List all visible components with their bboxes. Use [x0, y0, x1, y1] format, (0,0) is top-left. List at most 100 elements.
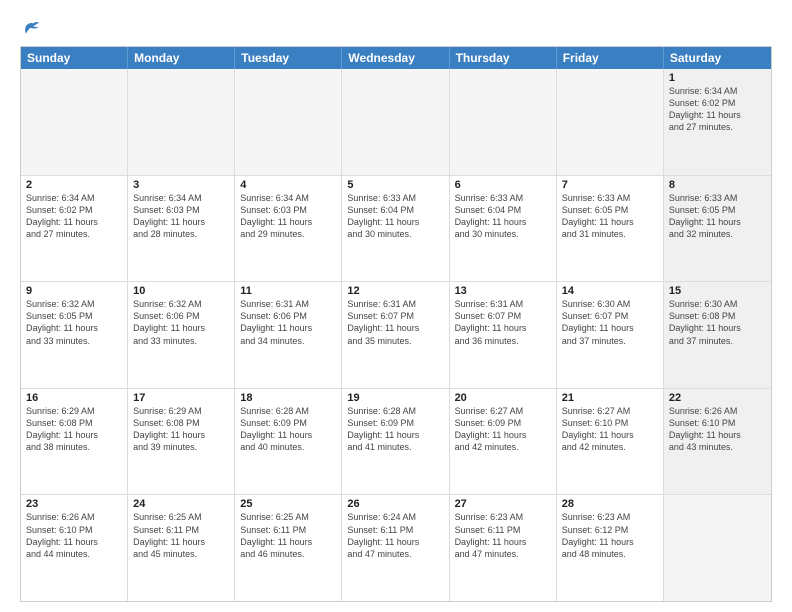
day-number: 10	[133, 285, 229, 297]
cal-header-cell-saturday: Saturday	[664, 47, 771, 69]
cal-cell-1-5: 7Sunrise: 6:33 AM Sunset: 6:05 PM Daylig…	[557, 176, 664, 282]
day-number: 23	[26, 498, 122, 510]
cell-info: Sunrise: 6:26 AM Sunset: 6:10 PM Dayligh…	[26, 511, 122, 560]
day-number: 4	[240, 179, 336, 191]
cell-info: Sunrise: 6:29 AM Sunset: 6:08 PM Dayligh…	[26, 405, 122, 454]
cell-info: Sunrise: 6:24 AM Sunset: 6:11 PM Dayligh…	[347, 511, 443, 560]
day-number: 28	[562, 498, 658, 510]
calendar: SundayMondayTuesdayWednesdayThursdayFrid…	[20, 46, 772, 602]
cal-cell-2-6: 15Sunrise: 6:30 AM Sunset: 6:08 PM Dayli…	[664, 282, 771, 388]
cell-info: Sunrise: 6:28 AM Sunset: 6:09 PM Dayligh…	[240, 405, 336, 454]
cal-cell-4-1: 24Sunrise: 6:25 AM Sunset: 6:11 PM Dayli…	[128, 495, 235, 601]
day-number: 12	[347, 285, 443, 297]
cal-week-row-2: 9Sunrise: 6:32 AM Sunset: 6:05 PM Daylig…	[21, 281, 771, 388]
cal-header-cell-thursday: Thursday	[450, 47, 557, 69]
day-number: 26	[347, 498, 443, 510]
logo	[20, 16, 46, 38]
day-number: 17	[133, 392, 229, 404]
cal-cell-2-3: 12Sunrise: 6:31 AM Sunset: 6:07 PM Dayli…	[342, 282, 449, 388]
day-number: 9	[26, 285, 122, 297]
day-number: 8	[669, 179, 766, 191]
cal-cell-4-4: 27Sunrise: 6:23 AM Sunset: 6:11 PM Dayli…	[450, 495, 557, 601]
cal-cell-2-1: 10Sunrise: 6:32 AM Sunset: 6:06 PM Dayli…	[128, 282, 235, 388]
cell-info: Sunrise: 6:34 AM Sunset: 6:02 PM Dayligh…	[669, 85, 766, 134]
day-number: 21	[562, 392, 658, 404]
logo-bird-icon	[20, 16, 42, 38]
day-number: 15	[669, 285, 766, 297]
day-number: 27	[455, 498, 551, 510]
cal-week-row-1: 2Sunrise: 6:34 AM Sunset: 6:02 PM Daylig…	[21, 175, 771, 282]
cell-info: Sunrise: 6:27 AM Sunset: 6:09 PM Dayligh…	[455, 405, 551, 454]
cal-week-row-3: 16Sunrise: 6:29 AM Sunset: 6:08 PM Dayli…	[21, 388, 771, 495]
cell-info: Sunrise: 6:32 AM Sunset: 6:05 PM Dayligh…	[26, 298, 122, 347]
cal-cell-1-4: 6Sunrise: 6:33 AM Sunset: 6:04 PM Daylig…	[450, 176, 557, 282]
cell-info: Sunrise: 6:27 AM Sunset: 6:10 PM Dayligh…	[562, 405, 658, 454]
cal-header-cell-tuesday: Tuesday	[235, 47, 342, 69]
cell-info: Sunrise: 6:34 AM Sunset: 6:03 PM Dayligh…	[133, 192, 229, 241]
cal-cell-2-5: 14Sunrise: 6:30 AM Sunset: 6:07 PM Dayli…	[557, 282, 664, 388]
cal-week-row-4: 23Sunrise: 6:26 AM Sunset: 6:10 PM Dayli…	[21, 494, 771, 601]
cell-info: Sunrise: 6:33 AM Sunset: 6:04 PM Dayligh…	[455, 192, 551, 241]
cell-info: Sunrise: 6:31 AM Sunset: 6:07 PM Dayligh…	[455, 298, 551, 347]
cal-cell-3-4: 20Sunrise: 6:27 AM Sunset: 6:09 PM Dayli…	[450, 389, 557, 495]
cell-info: Sunrise: 6:26 AM Sunset: 6:10 PM Dayligh…	[669, 405, 766, 454]
cell-info: Sunrise: 6:33 AM Sunset: 6:05 PM Dayligh…	[669, 192, 766, 241]
cal-cell-3-3: 19Sunrise: 6:28 AM Sunset: 6:09 PM Dayli…	[342, 389, 449, 495]
cal-cell-2-4: 13Sunrise: 6:31 AM Sunset: 6:07 PM Dayli…	[450, 282, 557, 388]
cal-cell-4-2: 25Sunrise: 6:25 AM Sunset: 6:11 PM Dayli…	[235, 495, 342, 601]
cal-cell-3-5: 21Sunrise: 6:27 AM Sunset: 6:10 PM Dayli…	[557, 389, 664, 495]
cal-cell-0-0	[21, 69, 128, 175]
day-number: 2	[26, 179, 122, 191]
day-number: 3	[133, 179, 229, 191]
cal-cell-2-0: 9Sunrise: 6:32 AM Sunset: 6:05 PM Daylig…	[21, 282, 128, 388]
cal-cell-4-5: 28Sunrise: 6:23 AM Sunset: 6:12 PM Dayli…	[557, 495, 664, 601]
day-number: 20	[455, 392, 551, 404]
cell-info: Sunrise: 6:25 AM Sunset: 6:11 PM Dayligh…	[240, 511, 336, 560]
cal-cell-1-6: 8Sunrise: 6:33 AM Sunset: 6:05 PM Daylig…	[664, 176, 771, 282]
cal-cell-0-3	[342, 69, 449, 175]
cell-info: Sunrise: 6:30 AM Sunset: 6:07 PM Dayligh…	[562, 298, 658, 347]
cal-cell-0-5	[557, 69, 664, 175]
cal-cell-0-1	[128, 69, 235, 175]
day-number: 11	[240, 285, 336, 297]
cell-info: Sunrise: 6:30 AM Sunset: 6:08 PM Dayligh…	[669, 298, 766, 347]
day-number: 7	[562, 179, 658, 191]
cal-cell-1-2: 4Sunrise: 6:34 AM Sunset: 6:03 PM Daylig…	[235, 176, 342, 282]
cal-cell-1-0: 2Sunrise: 6:34 AM Sunset: 6:02 PM Daylig…	[21, 176, 128, 282]
cell-info: Sunrise: 6:33 AM Sunset: 6:04 PM Dayligh…	[347, 192, 443, 241]
cell-info: Sunrise: 6:34 AM Sunset: 6:03 PM Dayligh…	[240, 192, 336, 241]
cal-cell-2-2: 11Sunrise: 6:31 AM Sunset: 6:06 PM Dayli…	[235, 282, 342, 388]
day-number: 19	[347, 392, 443, 404]
cell-info: Sunrise: 6:23 AM Sunset: 6:12 PM Dayligh…	[562, 511, 658, 560]
day-number: 16	[26, 392, 122, 404]
day-number: 6	[455, 179, 551, 191]
cell-info: Sunrise: 6:31 AM Sunset: 6:07 PM Dayligh…	[347, 298, 443, 347]
cal-cell-3-0: 16Sunrise: 6:29 AM Sunset: 6:08 PM Dayli…	[21, 389, 128, 495]
cal-cell-0-6: 1Sunrise: 6:34 AM Sunset: 6:02 PM Daylig…	[664, 69, 771, 175]
cell-info: Sunrise: 6:28 AM Sunset: 6:09 PM Dayligh…	[347, 405, 443, 454]
day-number: 14	[562, 285, 658, 297]
header	[20, 16, 772, 38]
page: SundayMondayTuesdayWednesdayThursdayFrid…	[0, 0, 792, 612]
cal-header-cell-friday: Friday	[557, 47, 664, 69]
cal-cell-0-4	[450, 69, 557, 175]
day-number: 22	[669, 392, 766, 404]
cal-cell-4-6	[664, 495, 771, 601]
cell-info: Sunrise: 6:32 AM Sunset: 6:06 PM Dayligh…	[133, 298, 229, 347]
cal-cell-3-6: 22Sunrise: 6:26 AM Sunset: 6:10 PM Dayli…	[664, 389, 771, 495]
cal-header-cell-wednesday: Wednesday	[342, 47, 449, 69]
cell-info: Sunrise: 6:23 AM Sunset: 6:11 PM Dayligh…	[455, 511, 551, 560]
cell-info: Sunrise: 6:31 AM Sunset: 6:06 PM Dayligh…	[240, 298, 336, 347]
day-number: 24	[133, 498, 229, 510]
cal-header-cell-sunday: Sunday	[21, 47, 128, 69]
cell-info: Sunrise: 6:34 AM Sunset: 6:02 PM Dayligh…	[26, 192, 122, 241]
day-number: 25	[240, 498, 336, 510]
cal-cell-0-2	[235, 69, 342, 175]
cal-cell-1-3: 5Sunrise: 6:33 AM Sunset: 6:04 PM Daylig…	[342, 176, 449, 282]
cal-cell-4-0: 23Sunrise: 6:26 AM Sunset: 6:10 PM Dayli…	[21, 495, 128, 601]
cal-cell-4-3: 26Sunrise: 6:24 AM Sunset: 6:11 PM Dayli…	[342, 495, 449, 601]
cell-info: Sunrise: 6:29 AM Sunset: 6:08 PM Dayligh…	[133, 405, 229, 454]
day-number: 18	[240, 392, 336, 404]
cell-info: Sunrise: 6:25 AM Sunset: 6:11 PM Dayligh…	[133, 511, 229, 560]
cal-cell-1-1: 3Sunrise: 6:34 AM Sunset: 6:03 PM Daylig…	[128, 176, 235, 282]
